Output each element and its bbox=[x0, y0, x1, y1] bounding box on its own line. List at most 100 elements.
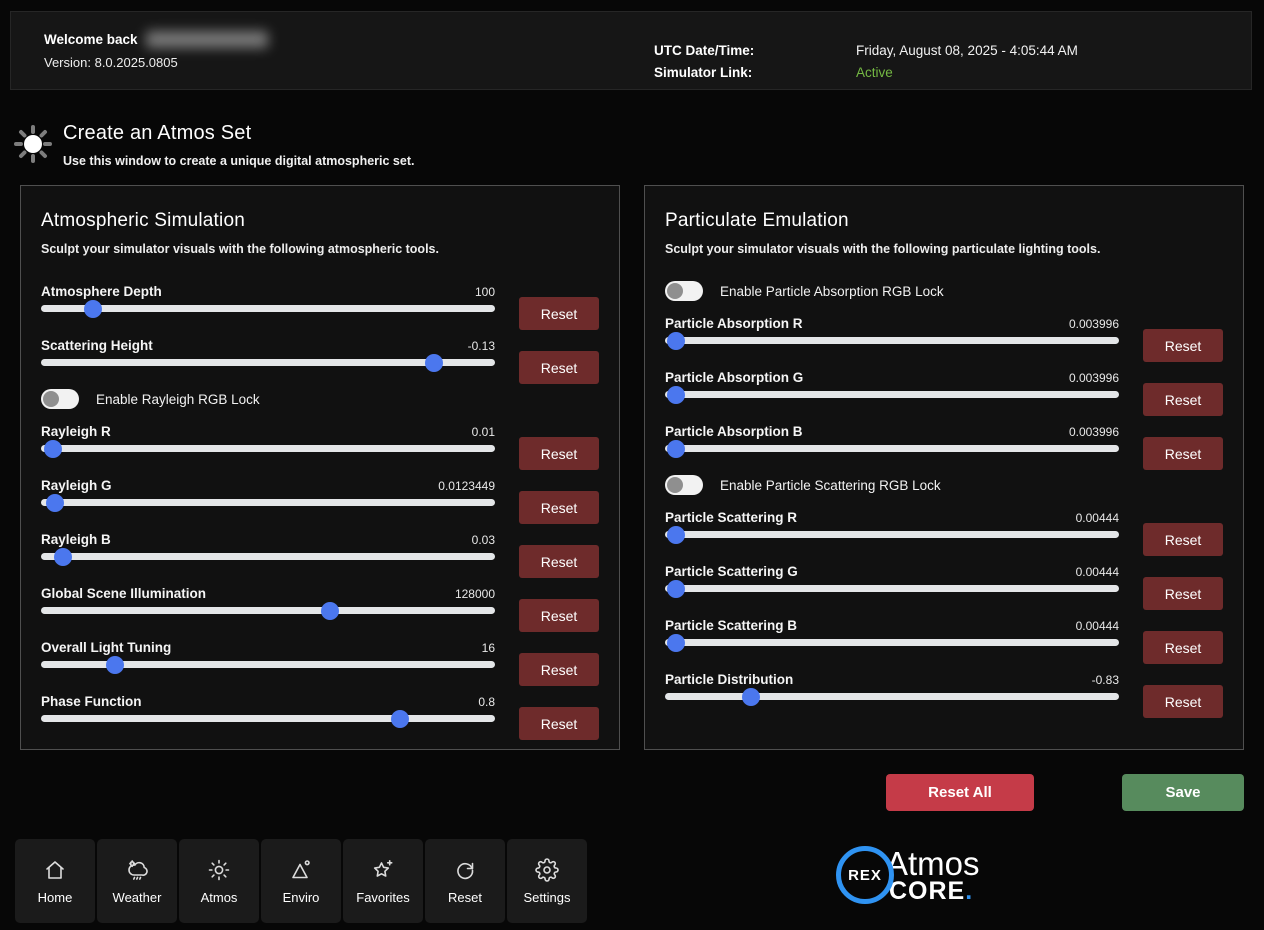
reset-button[interactable]: Reset bbox=[519, 599, 599, 632]
slider-row: Rayleigh B0.03Reset bbox=[41, 528, 599, 566]
slider-track-wrap bbox=[665, 525, 1119, 544]
toggle-switch[interactable] bbox=[41, 389, 79, 409]
slider-track[interactable] bbox=[41, 305, 495, 312]
toggle-row: Enable Particle Absorption RGB Lock bbox=[665, 280, 1223, 302]
slider-value: 16 bbox=[482, 641, 495, 655]
slider-thumb[interactable] bbox=[106, 656, 124, 674]
sun-icon bbox=[207, 857, 231, 883]
user-name-redacted bbox=[146, 31, 268, 48]
nav-favorites[interactable]: Favorites bbox=[343, 839, 423, 923]
slider-thumb[interactable] bbox=[667, 526, 685, 544]
page-title: Create an Atmos Set bbox=[63, 122, 414, 145]
slider-thumb[interactable] bbox=[667, 440, 685, 458]
slider-track[interactable] bbox=[665, 391, 1119, 398]
slider-thumb[interactable] bbox=[84, 300, 102, 318]
reset-button[interactable]: Reset bbox=[1143, 329, 1223, 362]
slider-thumb[interactable] bbox=[425, 354, 443, 372]
reset-button[interactable]: Reset bbox=[519, 545, 599, 578]
slider-track-wrap bbox=[41, 547, 495, 566]
slider-thumb[interactable] bbox=[667, 580, 685, 598]
slider-thumb[interactable] bbox=[46, 494, 64, 512]
slider-label: Global Scene Illumination bbox=[41, 586, 206, 601]
slider-track[interactable] bbox=[41, 553, 495, 560]
slider-thumb[interactable] bbox=[391, 710, 409, 728]
slider-track-wrap bbox=[665, 439, 1119, 458]
panel-subtitle: Sculpt your simulator visuals with the f… bbox=[665, 242, 1223, 256]
slider-track[interactable] bbox=[665, 585, 1119, 592]
slider-header: Overall Light Tuning16 bbox=[41, 636, 495, 655]
slider-header: Particle Distribution-0.83 bbox=[665, 668, 1119, 687]
save-button[interactable]: Save bbox=[1122, 774, 1244, 811]
reset-button[interactable]: Reset bbox=[1143, 631, 1223, 664]
slider-track[interactable] bbox=[665, 337, 1119, 344]
nav-weather[interactable]: Weather bbox=[97, 839, 177, 923]
slider-track-wrap bbox=[41, 601, 495, 620]
reset-button[interactable]: Reset bbox=[1143, 685, 1223, 718]
slider-row: Atmosphere Depth100Reset bbox=[41, 280, 599, 318]
toggle-switch[interactable] bbox=[665, 475, 703, 495]
rex-atmoscore-logo: REX Atmos CORE. bbox=[836, 846, 980, 904]
slider-track[interactable] bbox=[41, 607, 495, 614]
reset-button[interactable]: Reset bbox=[519, 653, 599, 686]
slider-track[interactable] bbox=[41, 359, 495, 366]
slider-thumb[interactable] bbox=[667, 332, 685, 350]
reset-button[interactable]: Reset bbox=[519, 297, 599, 330]
slider-track[interactable] bbox=[41, 715, 495, 722]
slider-track[interactable] bbox=[665, 445, 1119, 452]
atmoscore-app-window: Welcome back Version: 8.0.2025.0805 UTC … bbox=[0, 0, 1264, 930]
slider-label: Particle Absorption G bbox=[665, 370, 803, 385]
slider-value: 0.00444 bbox=[1076, 619, 1119, 633]
slider-header: Rayleigh R0.01 bbox=[41, 420, 495, 439]
slider-thumb[interactable] bbox=[44, 440, 62, 458]
nav-home[interactable]: Home bbox=[15, 839, 95, 923]
reset-button[interactable]: Reset bbox=[519, 491, 599, 524]
slider-row: Particle Scattering G0.00444Reset bbox=[665, 560, 1223, 598]
nav-enviro[interactable]: Enviro bbox=[261, 839, 341, 923]
slider-label: Particle Absorption R bbox=[665, 316, 803, 331]
slider-header: Particle Absorption G0.003996 bbox=[665, 366, 1119, 385]
slider-thumb[interactable] bbox=[321, 602, 339, 620]
slider-row: Particle Absorption B0.003996Reset bbox=[665, 420, 1223, 458]
slider-row: Global Scene Illumination128000Reset bbox=[41, 582, 599, 620]
reset-button[interactable]: Reset bbox=[1143, 437, 1223, 470]
nav-atmos[interactable]: Atmos bbox=[179, 839, 259, 923]
reset-all-button[interactable]: Reset All bbox=[886, 774, 1034, 811]
bottom-navigation: Home Weather Atmos bbox=[15, 839, 587, 923]
nav-settings[interactable]: Settings bbox=[507, 839, 587, 923]
slider-thumb[interactable] bbox=[742, 688, 760, 706]
slider-label: Phase Function bbox=[41, 694, 142, 709]
nav-reset[interactable]: Reset bbox=[425, 839, 505, 923]
slider-header: Phase Function 0.8 bbox=[41, 690, 495, 709]
slider-row: Overall Light Tuning16Reset bbox=[41, 636, 599, 674]
toggle-row: Enable Particle Scattering RGB Lock bbox=[665, 474, 1223, 496]
toggle-switch[interactable] bbox=[665, 281, 703, 301]
slider-track[interactable] bbox=[665, 531, 1119, 538]
reset-button[interactable]: Reset bbox=[519, 707, 599, 740]
slider-thumb[interactable] bbox=[667, 634, 685, 652]
reset-button[interactable]: Reset bbox=[1143, 523, 1223, 556]
slider-track[interactable] bbox=[41, 499, 495, 506]
reset-button[interactable]: Reset bbox=[519, 351, 599, 384]
panel-title: Atmospheric Simulation bbox=[41, 210, 599, 232]
version-label: Version: 8.0.2025.0805 bbox=[44, 55, 268, 70]
slider-track-wrap bbox=[665, 633, 1119, 652]
slider-label: Particle Distribution bbox=[665, 672, 793, 687]
slider-row: Particle Distribution-0.83Reset bbox=[665, 668, 1223, 706]
slider-value: 0.00444 bbox=[1076, 565, 1119, 579]
slider-track[interactable] bbox=[665, 693, 1119, 700]
slider-track[interactable] bbox=[665, 639, 1119, 646]
reset-button[interactable]: Reset bbox=[1143, 577, 1223, 610]
reset-button[interactable]: Reset bbox=[1143, 383, 1223, 416]
slider-value: 0.8 bbox=[478, 695, 495, 709]
slider-value: 0.003996 bbox=[1069, 317, 1119, 331]
slider-track[interactable] bbox=[41, 445, 495, 452]
reset-button[interactable]: Reset bbox=[519, 437, 599, 470]
slider-track[interactable] bbox=[41, 661, 495, 668]
slider-thumb[interactable] bbox=[667, 386, 685, 404]
particulate-emulation-panel: Particulate Emulation Sculpt your simula… bbox=[644, 185, 1244, 750]
slider-row: Particle Scattering B0.00444Reset bbox=[665, 614, 1223, 652]
toggle-thumb bbox=[667, 477, 683, 493]
slider-row: Particle Scattering R0.00444Reset bbox=[665, 506, 1223, 544]
slider-label: Rayleigh B bbox=[41, 532, 111, 547]
slider-thumb[interactable] bbox=[54, 548, 72, 566]
